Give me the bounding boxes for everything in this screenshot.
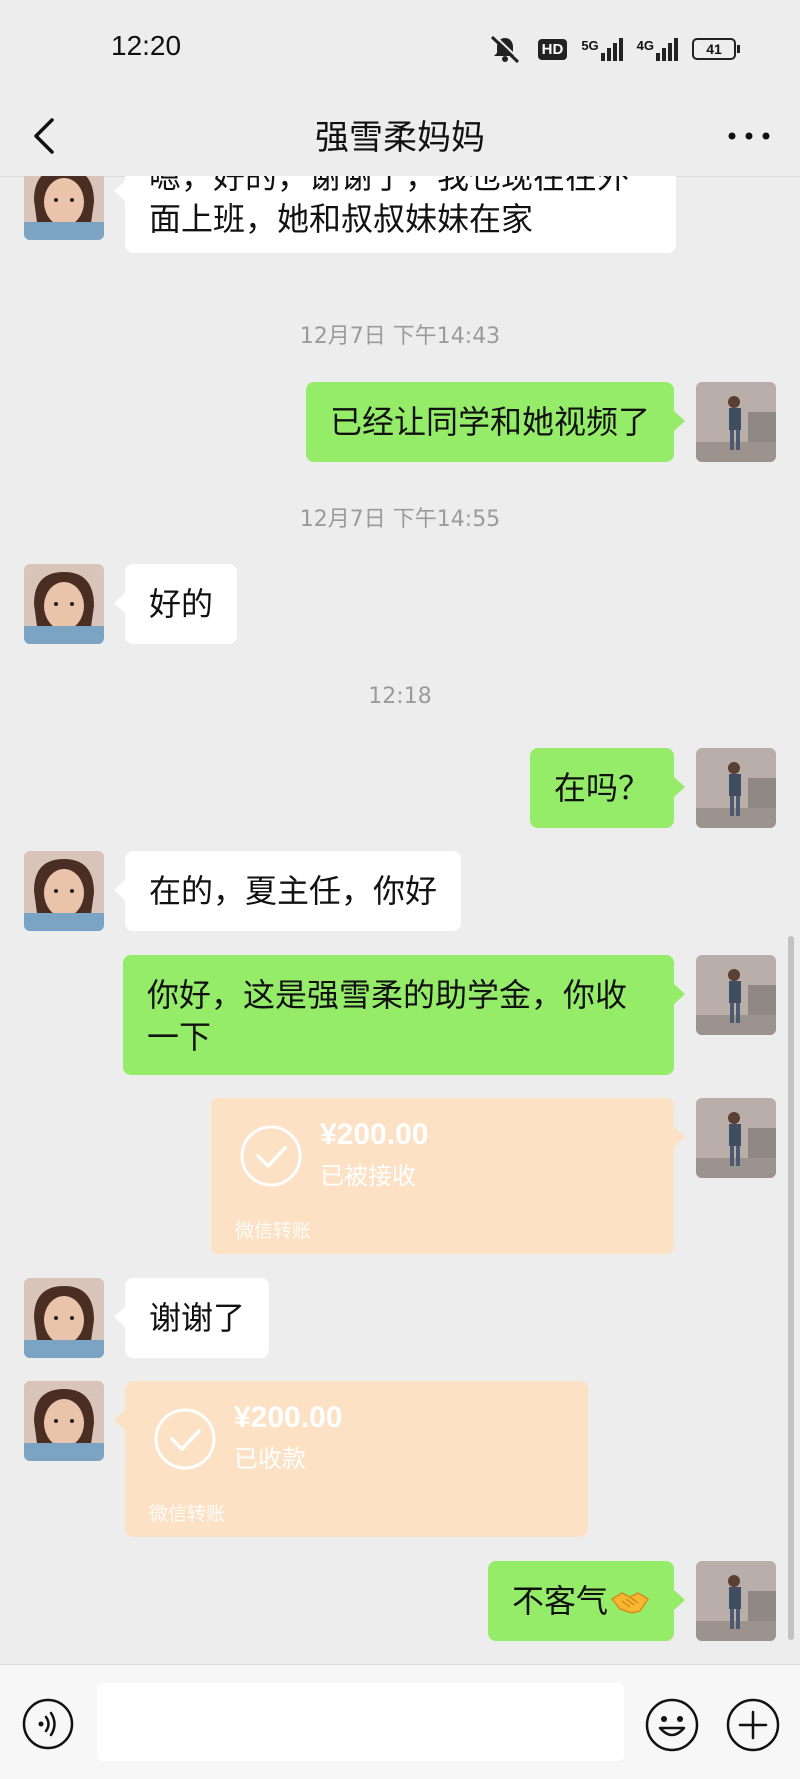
chat-header: 强雪柔妈妈 [0, 96, 800, 177]
transfer-label: 微信转账 [235, 1220, 312, 1242]
message-text: 已经让同学和她视频了 [329, 403, 650, 441]
contact-avatar[interactable] [24, 564, 104, 644]
transfer-card[interactable]: ¥200.00 已被接收 微信转账 [211, 1098, 685, 1254]
my-avatar[interactable] [696, 382, 776, 462]
voice-icon[interactable] [22, 1698, 74, 1750]
my-avatar[interactable] [696, 748, 776, 828]
mute-bell-icon [490, 34, 521, 64]
transfer-amount: ¥200.00 [320, 1118, 429, 1151]
message-text: 好的 [149, 585, 214, 623]
status-time: 12:20 [111, 30, 182, 61]
my-avatar[interactable] [696, 955, 776, 1035]
scrollbar[interactable] [788, 936, 794, 1640]
transfer-status: 已收款 [234, 1445, 306, 1473]
contact-avatar[interactable] [24, 1381, 104, 1461]
signal-4g-icon: 4G [637, 37, 678, 61]
battery-level: 41 [692, 38, 736, 60]
message-input[interactable] [97, 1683, 624, 1761]
message-text: 谢谢了 [149, 1299, 246, 1337]
message-bubble[interactable]: 不客气 [487, 1561, 686, 1641]
message-text: 在吗？ [553, 769, 650, 807]
message-bubble[interactable]: 在吗？ [529, 748, 686, 828]
transfer-label: 微信转账 [149, 1503, 226, 1525]
battery-icon: 41 [692, 38, 740, 60]
transfer-status: 已被接收 [320, 1162, 416, 1190]
message-text: 不客气 [511, 1582, 608, 1620]
signal-5g-icon: 5G [581, 37, 623, 61]
message-text: 嗯，好的，谢谢了，我也现在在外面上班，她和叔叔妹妹在家 [149, 176, 630, 238]
contact-avatar[interactable] [24, 1278, 104, 1358]
my-avatar[interactable] [696, 1561, 776, 1641]
timestamp: 12月7日 下午14:55 [299, 507, 501, 532]
check-circle-icon [240, 1125, 302, 1187]
message-text: 你好，这是强雪柔的助学金，你收一下 [147, 976, 628, 1056]
check-circle-icon [154, 1408, 216, 1470]
message-bubble[interactable]: 已经让同学和她视频了 [305, 382, 686, 462]
message-text: 在的，夏主任，你好 [149, 872, 438, 910]
message-bubble[interactable]: 好的 [113, 564, 238, 644]
status-icons: HD 5G 4G 41 [486, 34, 740, 64]
timestamp: 12月7日 下午14:43 [299, 324, 501, 349]
message-list[interactable]: 嗯，好的，谢谢了，我也现在在外面上班，她和叔叔妹妹在家 12月7日 下午14:4… [0, 176, 800, 1664]
status-bar: 12:20 HD 5G 4G 41 [0, 0, 800, 96]
more-options-icon[interactable] [724, 116, 774, 156]
message-bubble[interactable]: 嗯，好的，谢谢了，我也现在在外面上班，她和叔叔妹妹在家 [114, 176, 676, 253]
transfer-card[interactable]: ¥200.00 已收款 微信转账 [114, 1381, 588, 1537]
handshake-emoji-icon [610, 1592, 650, 1614]
plus-icon[interactable] [726, 1698, 780, 1752]
transfer-amount: ¥200.00 [234, 1401, 343, 1434]
contact-avatar[interactable] [24, 176, 104, 240]
input-bar [0, 1664, 800, 1779]
message-bubble[interactable]: 谢谢了 [113, 1278, 270, 1358]
message-bubble[interactable]: 在的，夏主任，你好 [113, 851, 462, 931]
hd-icon: HD [537, 38, 568, 60]
my-avatar[interactable] [696, 1098, 776, 1178]
message-bubble[interactable]: 你好，这是强雪柔的助学金，你收一下 [123, 955, 685, 1075]
timestamp: 12:18 [368, 684, 432, 709]
contact-avatar[interactable] [24, 851, 104, 931]
emoji-icon[interactable] [645, 1698, 699, 1752]
chat-title: 强雪柔妈妈 [315, 118, 485, 158]
